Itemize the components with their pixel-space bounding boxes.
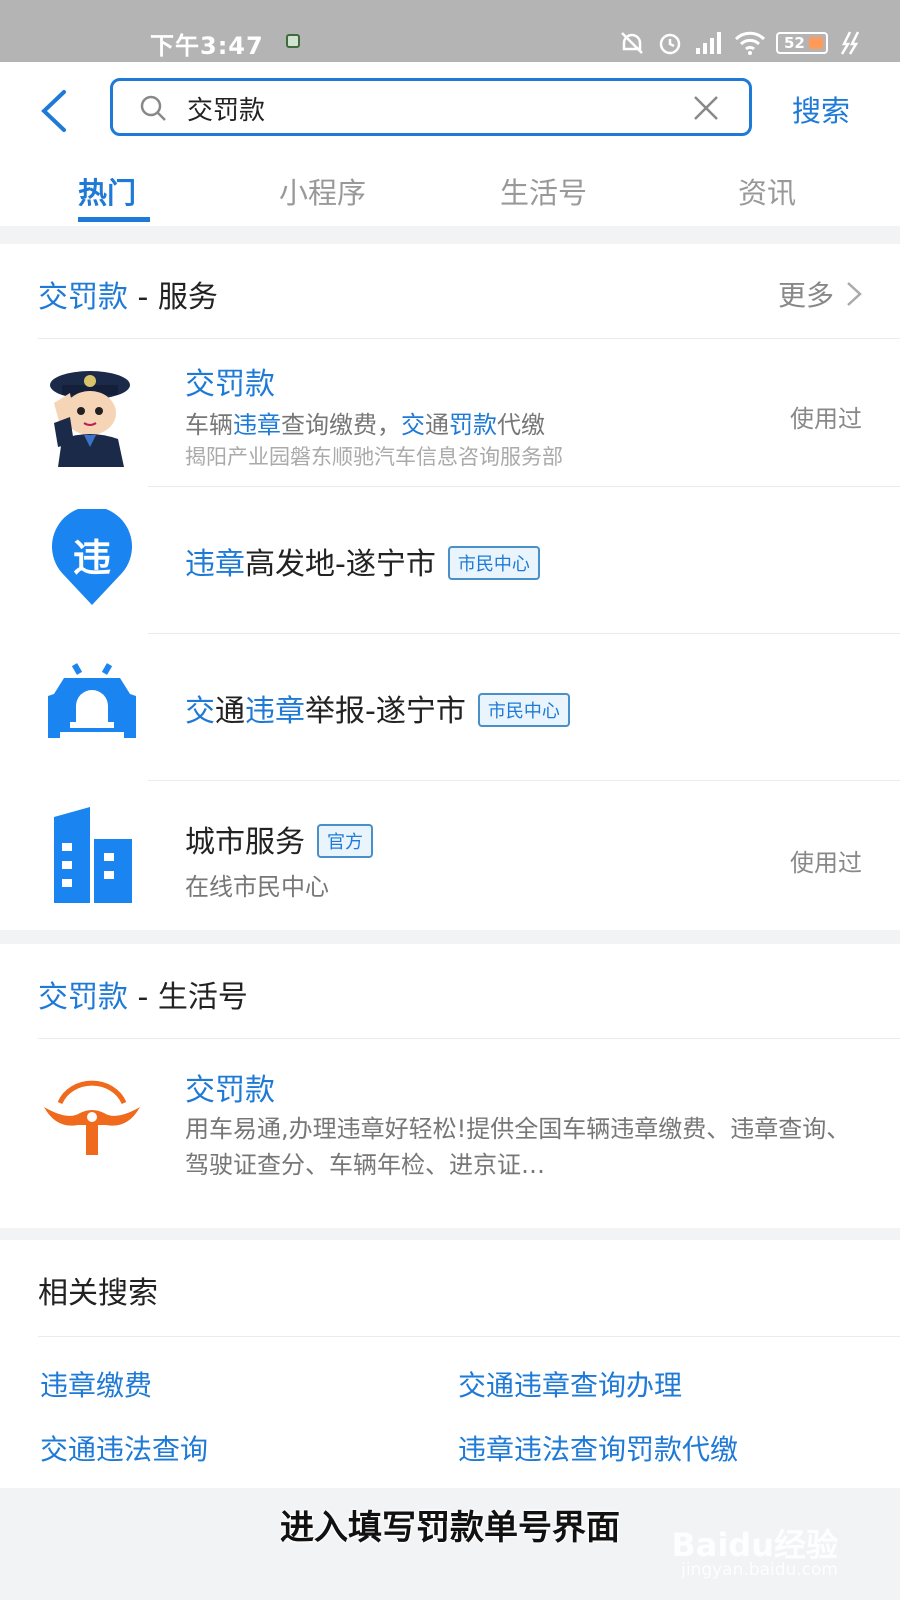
item-title: 城市服务 官方	[185, 817, 373, 861]
item-provider: 揭阳产业园磐东顺驰汽车信息咨询服务部	[185, 445, 563, 469]
related-link[interactable]: 交通违章查询办理	[458, 1364, 682, 1404]
search-header: 搜索 热门 小程序 生活号 资讯	[0, 62, 900, 226]
status-icons: 52	[618, 28, 862, 58]
charging-icon	[840, 31, 860, 55]
more-label: 更多	[777, 279, 834, 312]
item-title: 交罚款	[185, 367, 275, 402]
search-button[interactable]: 搜索	[792, 88, 850, 130]
alarm-clock-icon	[659, 33, 681, 55]
status-bar: 下午3:47 52	[0, 0, 900, 62]
life-accounts-section: 交罚款 - 生活号 交罚款 用车易通,办理违章好轻松!提供全国车辆违章缴费、违章…	[0, 944, 900, 1228]
item-title: 交罚款	[185, 1073, 275, 1108]
citizen-center-badge: 市民中心	[447, 546, 540, 580]
search-input[interactable]	[187, 91, 667, 125]
tab-news[interactable]: 资讯	[738, 170, 796, 212]
citizen-center-badge: 市民中心	[477, 693, 570, 727]
active-tab-indicator	[78, 217, 150, 222]
item-description: 在线市民中心	[185, 873, 329, 901]
section-suffix: - 生活号	[128, 980, 248, 1015]
service-item-violation-hotspots[interactable]: 违 违章高发地-遂宁市 市民中心	[0, 487, 900, 634]
section-keyword: 交罚款	[38, 980, 128, 1015]
close-icon[interactable]	[693, 95, 719, 121]
related-title: 相关搜索	[38, 1276, 158, 1311]
building-icon	[54, 807, 132, 903]
item-description: 用车易通,办理违章好轻松!提供全国车辆违章缴费、违章查询、驾驶证查分、车辆年检、…	[185, 1115, 851, 1179]
item-title: 违章高发地-遂宁市 市民中心	[185, 539, 540, 583]
related-searches-section: 相关搜索 违章缴费 交通违章查询办理 交通违法查询 违章违法查询罚款代缴	[0, 1240, 900, 1488]
police-avatar-icon	[50, 371, 130, 467]
watermark-url: jingyan.baidu.com	[681, 1560, 838, 1580]
police-car-icon	[48, 663, 136, 738]
official-badge: 官方	[317, 824, 373, 858]
used-label: 使用过	[790, 849, 862, 877]
svg-text:违: 违	[73, 536, 111, 580]
tab-life-accounts[interactable]: 生活号	[500, 170, 587, 212]
alarm-off-icon	[621, 32, 643, 54]
chevron-left-icon	[41, 90, 66, 132]
wifi-icon	[734, 31, 766, 55]
service-item-violation-report[interactable]: 交通违章举报-遂宁市 市民中心	[0, 634, 900, 781]
signal-icon	[696, 32, 721, 54]
battery-indicator: 52	[776, 32, 828, 54]
more-button[interactable]: 更多	[778, 274, 862, 314]
service-item-city-services[interactable]: 城市服务 官方 在线市民中心 使用过	[0, 781, 900, 930]
related-link[interactable]: 违章违法查询罚款代缴	[458, 1428, 738, 1468]
search-box[interactable]	[110, 78, 752, 136]
item-description: 车辆违章查询缴费，交通罚款代缴	[185, 411, 545, 439]
notification-icon	[286, 34, 300, 48]
section-keyword: 交罚款	[38, 280, 128, 315]
life-section-title: 交罚款 - 生活号	[38, 972, 248, 1016]
back-button[interactable]	[34, 88, 74, 134]
services-section: 交罚款 - 服务 更多 交罚款 车辆违章查询缴费，交通罚款代缴 揭阳产业园磐东顺…	[0, 244, 900, 930]
item-title: 交通违章举报-遂宁市 市民中心	[185, 686, 570, 730]
service-item-pay-fine[interactable]: 交罚款 车辆违章查询缴费，交通罚款代缴 揭阳产业园磐东顺驰汽车信息咨询服务部 使…	[0, 339, 900, 487]
status-time: 下午3:47	[150, 32, 264, 60]
chevron-right-icon	[847, 282, 862, 306]
bull-logo-icon	[44, 1080, 140, 1155]
tab-hot[interactable]: 热门	[78, 170, 136, 212]
life-account-item[interactable]: 交罚款 用车易通,办理违章好轻松!提供全国车辆违章缴费、违章查询、驾驶证查分、车…	[0, 1039, 900, 1228]
related-link[interactable]: 交通违法查询	[40, 1428, 208, 1468]
location-pin-icon: 违	[52, 509, 132, 605]
battery-level: 52	[784, 34, 805, 52]
related-link[interactable]: 违章缴费	[40, 1364, 152, 1404]
search-icon	[140, 95, 166, 121]
used-label: 使用过	[790, 405, 862, 433]
section-suffix: - 服务	[128, 280, 218, 315]
divider	[38, 1336, 900, 1337]
tab-mini-programs[interactable]: 小程序	[279, 170, 366, 212]
services-section-title: 交罚款 - 服务	[38, 272, 218, 316]
